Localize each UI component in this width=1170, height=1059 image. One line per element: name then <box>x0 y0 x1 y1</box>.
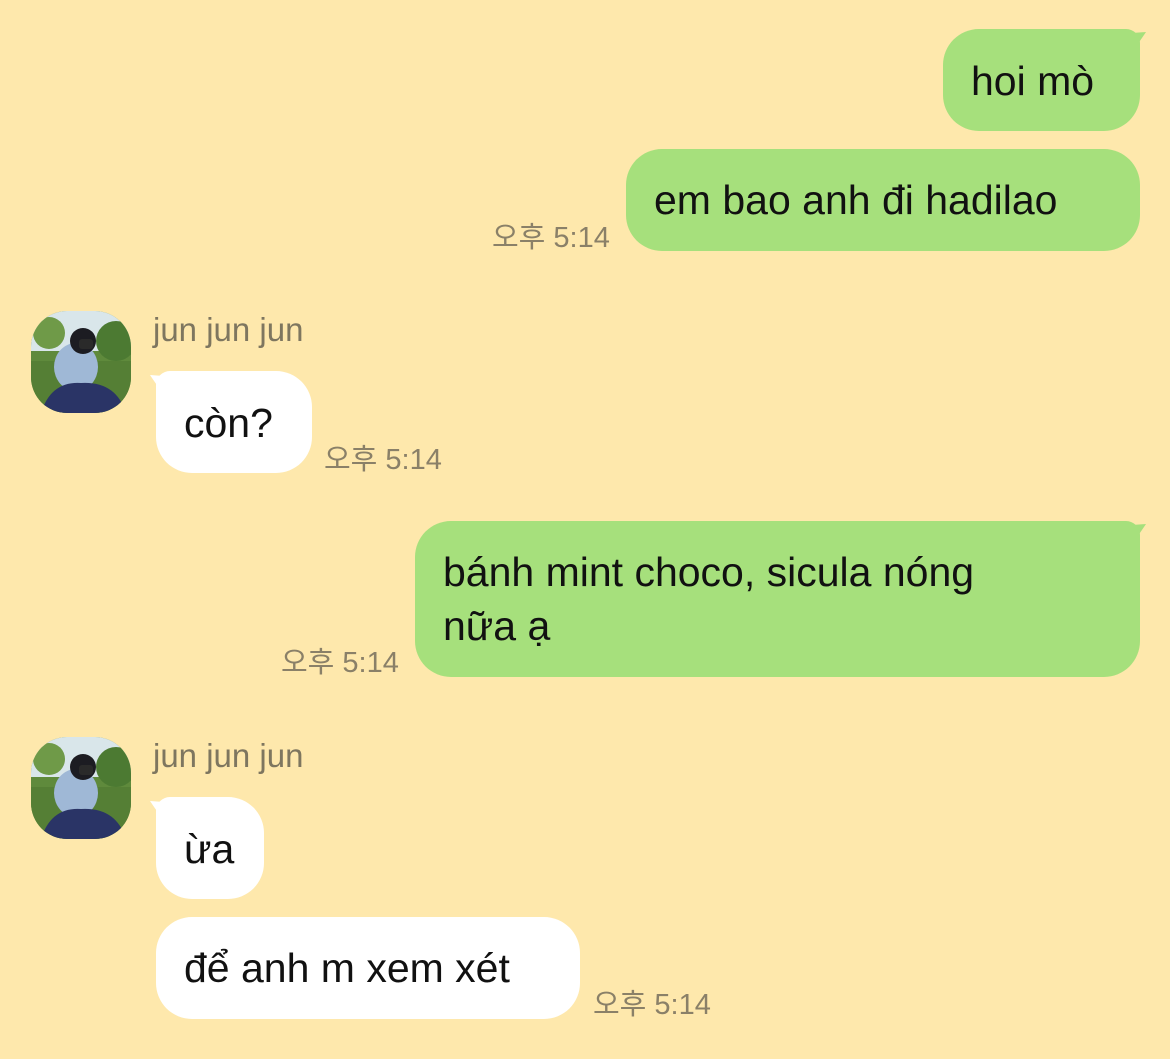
avatar[interactable] <box>31 311 131 413</box>
sender-name: jun jun jun <box>153 737 304 774</box>
message-timestamp: 오후 5:14 <box>492 222 610 254</box>
profile-photo-icon <box>31 311 131 413</box>
message-text: ừa <box>184 826 235 872</box>
message-text-line: nữa ạ <box>443 603 551 649</box>
message-timestamp: 오후 5:14 <box>593 989 711 1021</box>
avatar[interactable] <box>31 737 131 839</box>
message-bubble-received[interactable]: để anh m xem xét <box>156 917 580 1019</box>
message-timestamp: 오후 5:14 <box>324 444 442 476</box>
message-text: để anh m xem xét <box>184 945 510 991</box>
message-text: em bao anh đi hadilao <box>654 177 1058 223</box>
message-text-line: bánh mint choco, sicula nóng <box>443 549 975 595</box>
profile-photo-icon <box>31 737 131 839</box>
message-bubble-received[interactable]: còn? <box>156 371 312 473</box>
message-bubble-sent[interactable]: em bao anh đi hadilao <box>626 149 1140 251</box>
message-bubble-received[interactable]: ừa <box>156 797 264 899</box>
message-text: còn? <box>184 400 273 446</box>
message-bubble-sent[interactable]: hoi mò <box>943 29 1140 131</box>
message-text: hoi mò <box>971 58 1095 104</box>
sender-name: jun jun jun <box>153 311 304 348</box>
message-bubble-sent[interactable]: bánh mint choco, sicula nóng nữa ạ <box>415 521 1140 677</box>
message-timestamp: 오후 5:14 <box>281 647 399 679</box>
